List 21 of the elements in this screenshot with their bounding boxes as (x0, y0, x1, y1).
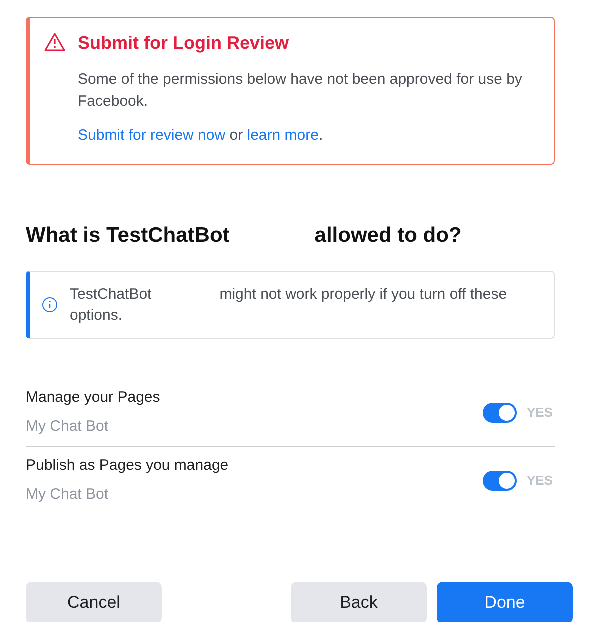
secondary-button[interactable]: Cancel (26, 582, 162, 622)
toggle-switch[interactable] (483, 402, 517, 422)
alert-title: Submit for Login Review (78, 32, 290, 55)
submit-review-link[interactable]: Submit for review now (78, 127, 226, 144)
alert-message: Some of the permissions below have not been approved for use by Facebook. (78, 70, 524, 112)
done-button[interactable]: Done (437, 582, 573, 622)
page-name: My Chat Bot (26, 416, 110, 436)
toggle-state-label: YES (527, 472, 554, 490)
permission-name: Manage your Pages (26, 388, 160, 408)
heading-text: What is TestChatBot (26, 222, 230, 248)
toggle-state-label: YES (527, 404, 554, 422)
info-icon (42, 297, 58, 313)
page-name: My Chat Bot (26, 484, 110, 504)
learn-more-link[interactable]: learn more (247, 127, 319, 144)
secondary-button[interactable]: Back (291, 582, 427, 622)
info-message: TestChatBot might not work properly if you turn off these options. (70, 285, 508, 326)
permission-name: Publish as Pages you manage (26, 456, 229, 476)
heading-text: allowed to do? (314, 222, 462, 248)
toggle-switch[interactable] (483, 470, 517, 490)
warning-icon (44, 32, 66, 52)
review-sentence: Submit for review now or learn more. (78, 126, 324, 146)
